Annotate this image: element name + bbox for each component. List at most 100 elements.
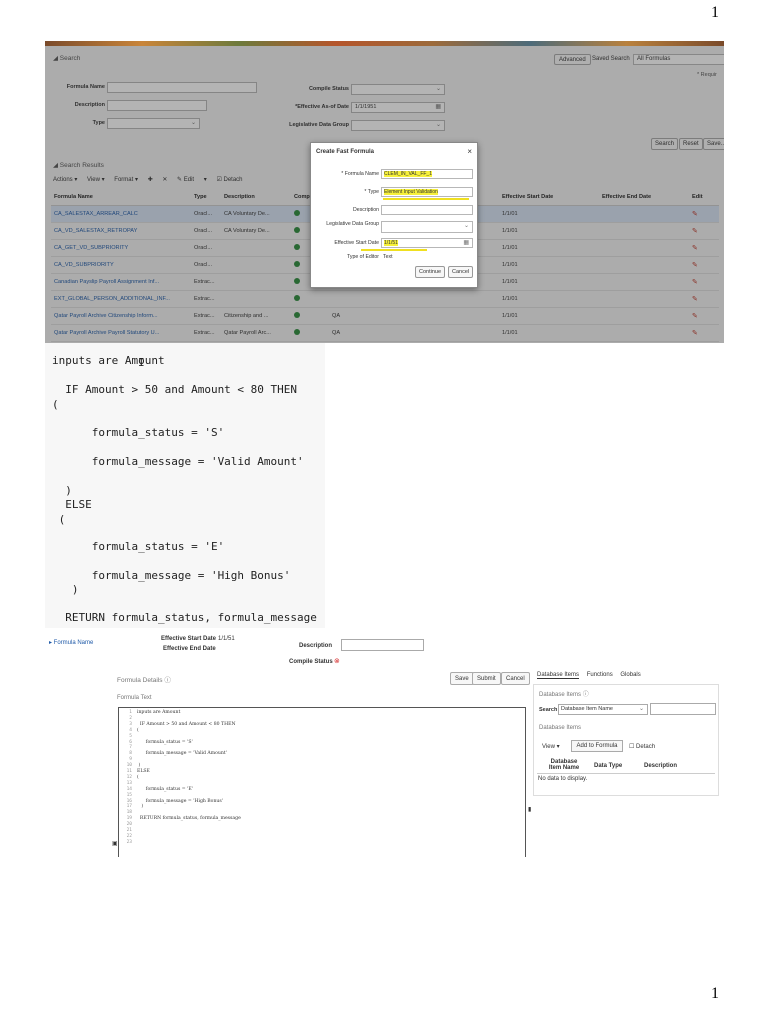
dialog-editor-type-label: Type of Editor xyxy=(346,254,379,260)
editor-code-line: RETURN formula_status, formula_message xyxy=(137,816,241,822)
database-items-panel: Database Items ⓘ Search Database Item Na… xyxy=(533,684,719,796)
description-input[interactable] xyxy=(341,639,424,651)
col-db-item-name[interactable]: Database Item Name xyxy=(546,759,582,771)
chevron-down-icon: ⌄ xyxy=(638,706,644,712)
dialog-description-label: Description xyxy=(353,207,379,213)
fast-formula-search-screenshot: ◢ Search Advanced Saved Search All Formu… xyxy=(45,41,724,343)
collapse-panel-icon[interactable]: ▮ xyxy=(528,806,531,813)
dialog-ldg-label: Legislative Data Group xyxy=(326,221,379,227)
editor-code-line: formula_status = 'E' xyxy=(137,786,193,792)
line-number: 7 xyxy=(129,745,132,751)
editor-code-line: ( xyxy=(137,774,139,780)
start-date-value: 1/1/51 xyxy=(384,240,398,246)
search-field-select[interactable]: Database Item Name ⌄ xyxy=(558,704,648,715)
error-icon: ⊗ xyxy=(334,658,340,665)
dialog-type-select[interactable]: Element Input Validation xyxy=(381,187,473,197)
continue-button[interactable]: Continue xyxy=(415,266,446,278)
line-number: 6 xyxy=(129,739,132,745)
code-line: ELSE xyxy=(52,498,92,511)
line-number: 20 xyxy=(126,822,132,828)
view-menu[interactable]: View ▾ xyxy=(542,743,560,750)
submit-button[interactable]: Submit xyxy=(472,672,501,685)
formula-name-value: CLEM_IN_VAL_FF_1 xyxy=(384,171,432,177)
line-number: 18 xyxy=(126,810,132,816)
chevron-down-icon: ⌄ xyxy=(463,223,469,229)
cancel-button[interactable]: Cancel xyxy=(501,672,530,685)
dialog-ldg-select[interactable]: ⌄ xyxy=(381,221,473,233)
code-line: formula_message = 'Valid Amount' xyxy=(52,455,304,468)
dialog-start-date-label: Effective Start Date xyxy=(334,240,379,246)
code-line: formula_status = 'S' xyxy=(52,426,225,439)
line-number: 3 xyxy=(129,721,132,727)
tab-functions[interactable]: Functions xyxy=(587,672,613,678)
line-number: 15 xyxy=(126,792,132,798)
line-number: 21 xyxy=(126,828,132,833)
highlight-mark xyxy=(383,198,469,200)
eff-start-label: Effective Start Date xyxy=(161,636,217,642)
text-cursor-icon: I xyxy=(138,356,145,369)
formula-name-disclosure[interactable]: ▸ Formula Name xyxy=(49,639,93,646)
line-number: 19 xyxy=(126,816,132,822)
tab-database-items[interactable]: Database Items xyxy=(537,672,580,679)
dialog-title: Create Fast Formula xyxy=(316,149,375,155)
code-line: ) xyxy=(52,583,79,596)
code-line: ) xyxy=(52,484,72,497)
editor-code-line: ) xyxy=(137,804,144,810)
code-line: RETURN formula_status, formula_message xyxy=(52,611,317,624)
no-data-message: No data to display. xyxy=(538,776,588,782)
line-number: 23 xyxy=(126,839,132,845)
line-number: 16 xyxy=(126,798,132,804)
description-label: Description xyxy=(299,643,333,649)
close-icon[interactable]: × xyxy=(467,147,472,156)
save-button[interactable]: Save xyxy=(450,672,474,685)
col-data-type[interactable]: Data Type xyxy=(594,763,622,769)
search-field-value: Database Item Name xyxy=(561,706,613,712)
line-number: 22 xyxy=(126,833,132,839)
col-description[interactable]: Description xyxy=(644,763,677,769)
editor-code-line: formula_message = 'High Bonus' xyxy=(137,798,223,804)
line-number: 1 xyxy=(129,710,132,715)
line-number: 5 xyxy=(129,733,132,739)
formula-code-screenshot: inputs are Amount I IF Amount > 50 and A… xyxy=(45,343,325,628)
eff-start-value: 1/1/51 xyxy=(218,636,235,642)
eff-end-label: Effective End Date xyxy=(163,646,216,652)
divider xyxy=(537,773,715,774)
formula-editor-screenshot: ▸ Formula Name Effective Start Date 1/1/… xyxy=(45,632,724,857)
dialog-cancel-button[interactable]: Cancel xyxy=(448,266,474,278)
dialog-editor-type-value: Text xyxy=(383,254,393,260)
add-to-formula-button[interactable]: Add to Formula xyxy=(571,740,623,752)
line-number: 2 xyxy=(129,715,132,721)
editor-code-line: inputs are Amount xyxy=(137,710,181,715)
formula-text-label: Formula Text xyxy=(117,695,152,701)
line-number: 17 xyxy=(126,804,132,810)
line-number: 13 xyxy=(126,780,132,786)
editor-code-line: ( xyxy=(137,727,139,733)
document-page: 1 ◢ Search Advanced Saved Search All For… xyxy=(0,0,768,1024)
dialog-start-date-input[interactable]: 1/1/51 ▦ xyxy=(381,238,473,248)
formula-details-title: Formula Details ⓘ xyxy=(117,677,171,684)
page-number-top: 1 xyxy=(711,4,719,21)
compile-status-label: Compile Status xyxy=(289,659,333,665)
search-label: Search xyxy=(539,707,558,713)
dialog-formula-name-input[interactable]: CLEM_IN_VAL_FF_1 xyxy=(381,169,473,179)
line-number: 10 xyxy=(126,763,132,769)
code-line: formula_status = 'E' xyxy=(52,540,225,553)
formula-text-editor[interactable] xyxy=(118,707,526,857)
side-tabs: Database Items Functions Globals xyxy=(537,672,641,679)
create-fast-formula-dialog: Create Fast Formula × * Formula Name CLE… xyxy=(310,142,478,288)
dialog-description-input[interactable] xyxy=(381,205,473,215)
calendar-icon[interactable]: ▦ xyxy=(463,239,469,247)
editor-code-line: ) xyxy=(137,763,141,769)
dialog-type-label: * Type xyxy=(364,189,379,195)
database-items-subtitle: Database Items xyxy=(539,725,582,731)
search-input[interactable] xyxy=(650,703,716,715)
expand-icon[interactable]: ▣ xyxy=(112,840,118,847)
code-line: ( xyxy=(52,398,59,411)
editor-code-line: ELSE xyxy=(137,769,150,774)
detach-button[interactable]: ☐ Detach xyxy=(629,743,655,750)
editor-code-line: formula_message = 'Valid Amount' xyxy=(137,751,227,757)
tab-globals[interactable]: Globals xyxy=(620,672,640,678)
editor-code-line: IF Amount > 50 and Amount < 80 THEN xyxy=(137,721,236,727)
line-number: 12 xyxy=(126,774,132,780)
line-number: 8 xyxy=(129,751,132,757)
